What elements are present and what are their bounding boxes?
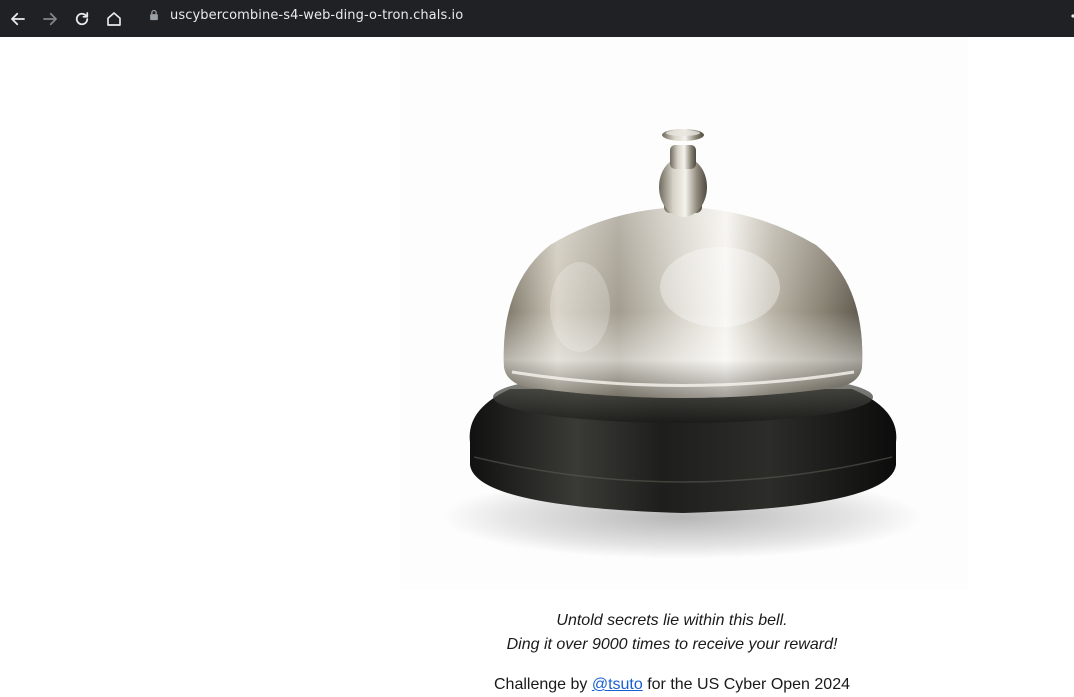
home-button[interactable]: [98, 4, 130, 34]
reload-button[interactable]: [66, 4, 98, 34]
arrow-left-icon: [11, 12, 25, 25]
credit-prefix: Challenge by: [493, 676, 592, 693]
forward-button[interactable]: [34, 4, 66, 34]
lock-icon: [147, 8, 161, 22]
browser-menu-icon[interactable]: [1068, 8, 1074, 22]
credit-suffix: for the US Cyber Open 2024: [642, 676, 850, 693]
arrow-right-icon: [43, 12, 57, 25]
home-icon: [107, 11, 121, 26]
credit-line: Challenge by @tsuto for the US Cyber Ope…: [0, 673, 1074, 697]
browser-toolbar: uscybercombine-s4-web-ding-o-tron.chals.…: [0, 0, 1074, 37]
back-button[interactable]: [2, 4, 34, 34]
address-bar[interactable]: uscybercombine-s4-web-ding-o-tron.chals.…: [138, 0, 463, 30]
url-text[interactable]: uscybercombine-s4-web-ding-o-tron.chals.…: [170, 8, 463, 23]
author-link[interactable]: @tsuto: [592, 676, 643, 693]
caption-line-2: Ding it over 9000 times to receive your …: [506, 636, 838, 653]
caption-line-1: Untold secrets lie within this bell.: [556, 612, 788, 629]
service-bell-icon[interactable]: [400, 37, 968, 589]
reload-icon: [75, 11, 89, 25]
page-content: Untold secrets lie within this bell. Din…: [0, 37, 1074, 697]
